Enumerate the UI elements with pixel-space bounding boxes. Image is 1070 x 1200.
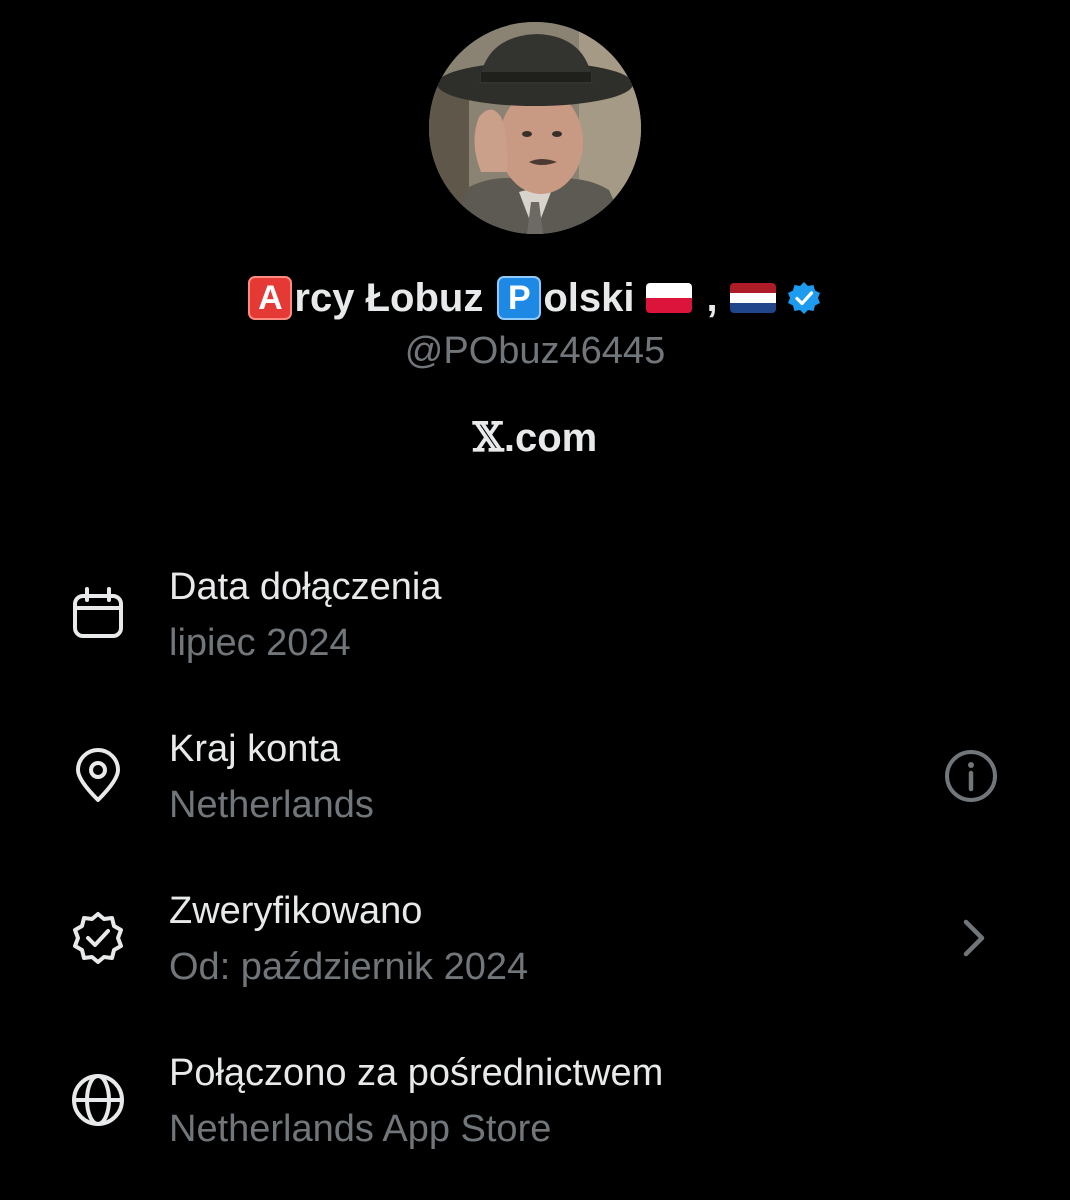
name-separator: ,	[706, 275, 718, 320]
chevron-right-icon[interactable]	[946, 910, 1002, 966]
connected-via-value: Netherlands App Store	[169, 1108, 552, 1150]
verified-badge-icon[interactable]	[786, 280, 822, 316]
connected-via-title: Połączono za pośrednictwem	[169, 1052, 664, 1094]
letter-a-emoji: A	[248, 276, 293, 320]
account-country-row: Kraj konta Netherlands	[0, 722, 1070, 832]
x-logo-icon: 𝕏	[472, 414, 504, 461]
location-pin-icon	[70, 748, 126, 804]
account-country-title: Kraj konta	[169, 728, 341, 770]
joined-date-title: Data dołączenia	[169, 566, 442, 608]
connected-via-row: Połączono za pośrednictwem Netherlands A…	[0, 1046, 1070, 1156]
info-icon[interactable]	[943, 748, 999, 804]
profile-website[interactable]: 𝕏.com	[0, 414, 1070, 461]
netherlands-flag-icon	[729, 283, 776, 313]
website-domain: .com	[503, 416, 598, 460]
globe-icon	[70, 1072, 126, 1128]
profile-display-name: A rcy Łobuz P olski ,	[0, 272, 1070, 324]
profile-avatar[interactable]	[429, 22, 641, 234]
poland-flag-icon	[646, 283, 693, 313]
joined-date-row: Data dołączenia lipiec 2024	[0, 560, 1070, 670]
verified-title: Zweryfikowano	[169, 890, 423, 932]
calendar-icon	[70, 586, 126, 642]
account-country-value: Netherlands	[169, 784, 374, 826]
verified-outline-icon	[70, 910, 126, 966]
avatar-photo	[429, 22, 641, 234]
name-part-2: olski	[543, 275, 635, 320]
joined-date-value: lipiec 2024	[169, 622, 351, 664]
verified-row[interactable]: Zweryfikowano Od: październik 2024	[0, 884, 1070, 994]
name-part-1: rcy Łobuz	[294, 275, 484, 320]
verified-value: Od: październik 2024	[169, 946, 529, 988]
letter-p-emoji: P	[497, 276, 542, 320]
profile-handle: @PObuz46445	[404, 330, 666, 372]
